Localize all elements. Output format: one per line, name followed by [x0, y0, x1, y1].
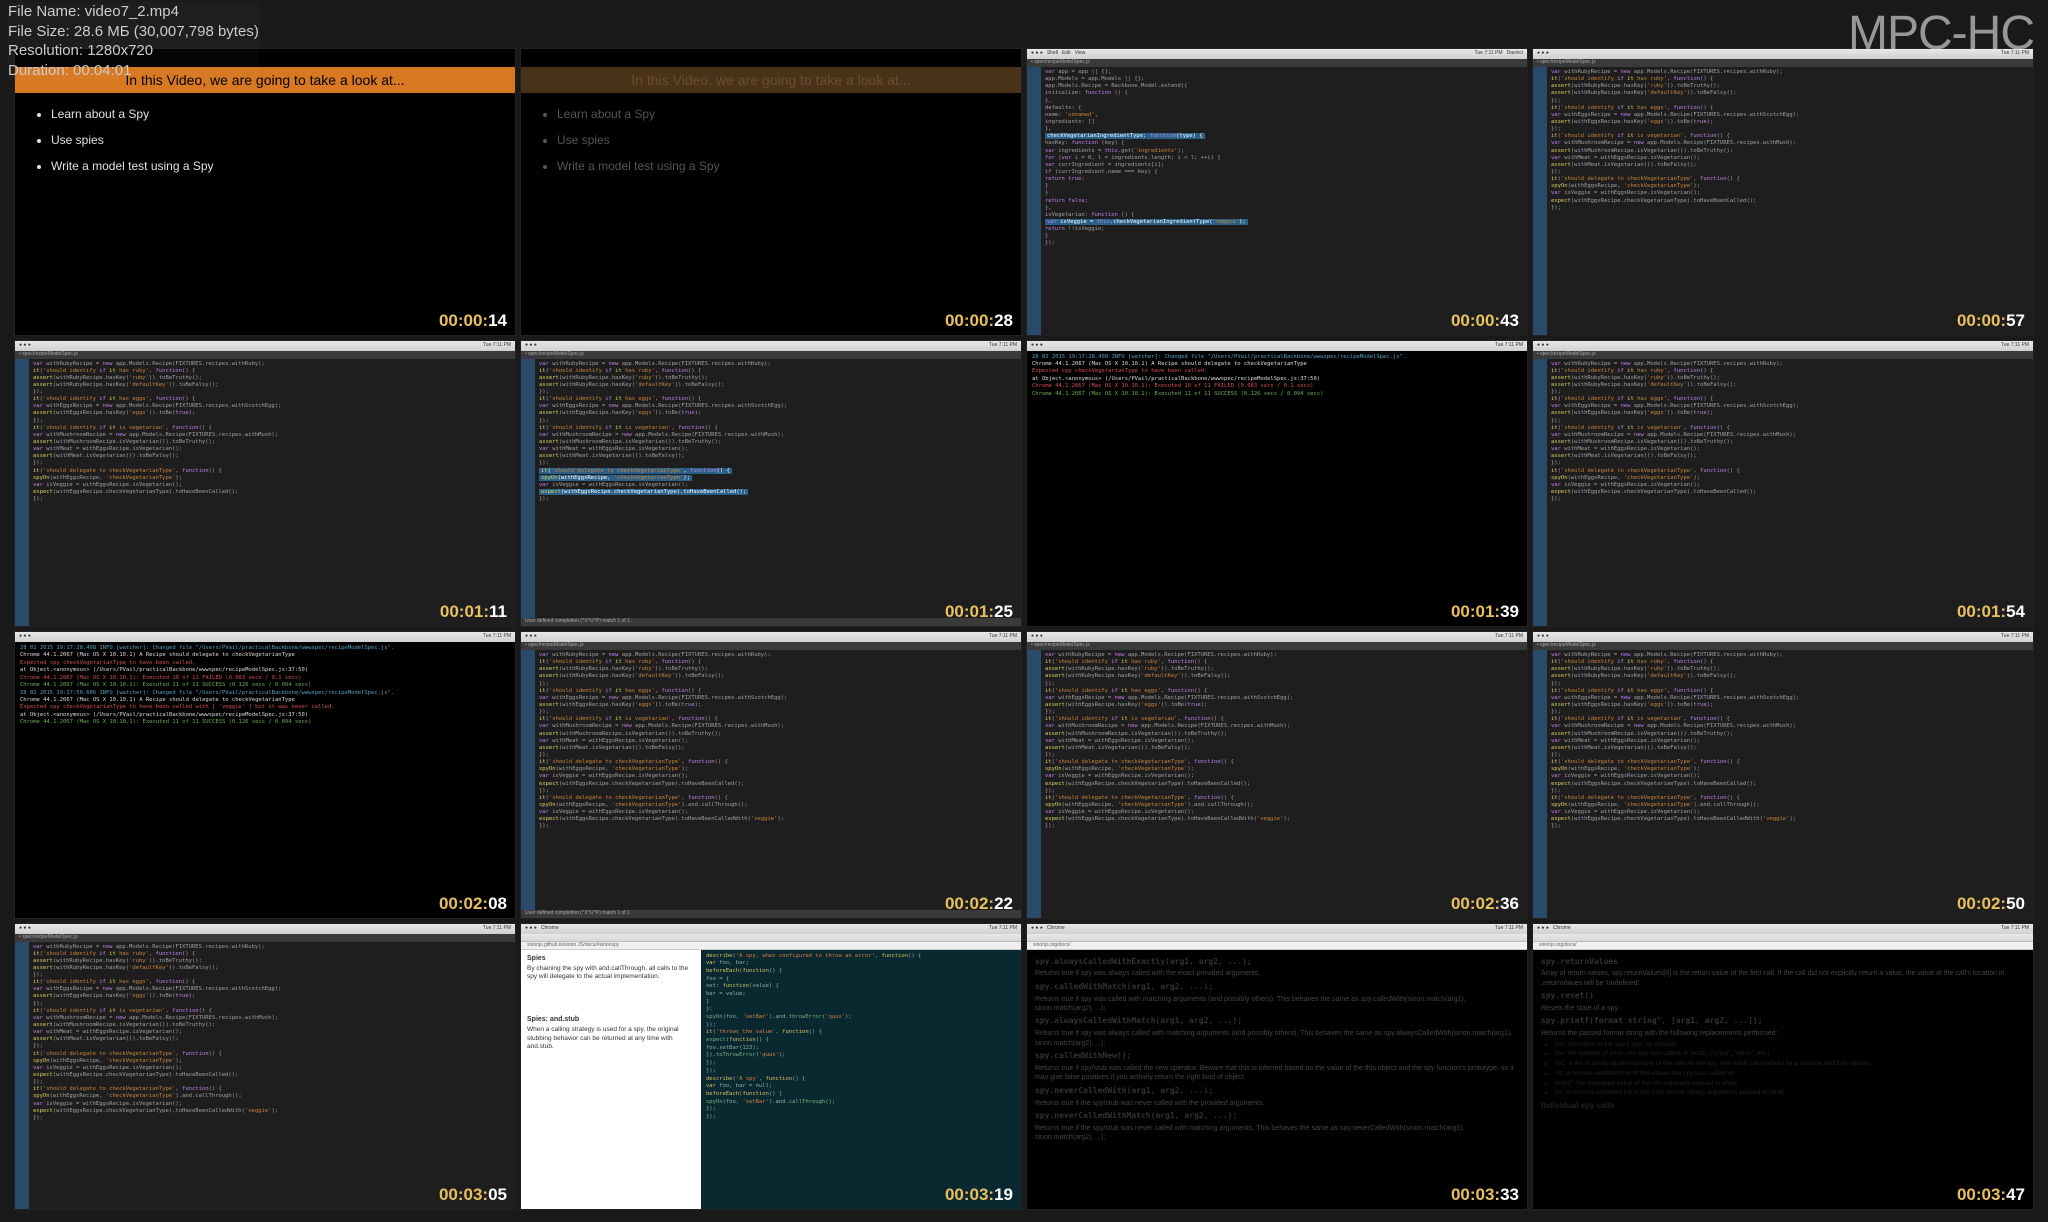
code-area: var withRubyRecipe = new app.Models.Reci… [29, 942, 515, 1210]
url-bar[interactable]: sinonjs.org/docs/ [1027, 942, 1527, 950]
mac-menu-bar: ● ● ●Tue 7:11 PM [15, 341, 515, 351]
thumb-cell[interactable]: ● ● ●ChromeTue 7:11 PM sinonjs.org/docs/… [1532, 923, 2034, 1211]
code-area: var withRubyRecipe = new app.Models.Reci… [29, 359, 515, 627]
intro-list: Learn about a Spy Use spies Write a mode… [51, 107, 515, 173]
editor-tab: • spec/recipeModelSpec.js [1533, 351, 2033, 359]
editor-tab: • spec/recipeModelSpec.js [15, 351, 515, 359]
thumb-cell[interactable]: ● ● ●ChromeTue 7:11 PM sinonjs.github.io… [520, 923, 1022, 1211]
thumb-timestamp: 00:02:36 [1451, 894, 1519, 914]
thumb-cell[interactable]: ● ● ●Tue 7:11 PM • spec/recipeModelSpec.… [14, 923, 516, 1211]
mac-menu-bar: ● ● ●Tue 7:11 PM [521, 341, 1021, 351]
intro-list: Learn about a Spy Use spies Write a mode… [557, 107, 1021, 173]
thumb-cell[interactable]: ● ● ●Tue 7:11 PM 28 02 2015 19:17:28.408… [14, 631, 516, 919]
thumb-timestamp: 00:01:39 [1451, 602, 1519, 622]
thumb-timestamp: 00:00:43 [1451, 311, 1519, 331]
thumb-timestamp: 00:03:05 [439, 1185, 507, 1205]
thumb-cell[interactable]: ● ● ●Tue 7:11 PM • spec/recipeModelSpec.… [520, 340, 1022, 628]
thumb-cell[interactable]: ● ● ●ChromeTue 7:11 PM sinonjs.org/docs/… [1026, 923, 1528, 1211]
editor-tab: • spec/recipeModelSpec.js [1533, 642, 2033, 650]
mac-menu-bar: ● ● ●Tue 7:11 PM [1533, 632, 2033, 642]
thumb-timestamp: 00:00:57 [1957, 311, 2025, 331]
thumb-timestamp: 00:03:33 [1451, 1185, 1519, 1205]
thumb-cell[interactable]: ● ● ●Tue 7:11 PM 28 02 2015 19:17:28.408… [1026, 340, 1528, 628]
editor-tab: • spec/recipeModelSpec.js [15, 934, 515, 942]
mac-menu-bar: ● ● ●ChromeTue 7:11 PM [1027, 924, 1527, 934]
code-area: var withRubyRecipe = new app.Models.Reci… [1547, 359, 2033, 627]
code-area: var withRubyRecipe = new app.Models.Reci… [1547, 650, 2033, 918]
thumb-cell[interactable]: ● ● ●ShellEditView Tue 7:11 PMDavinci • … [1026, 48, 1528, 336]
terminal: 28 02 2015 19:17:28.408 INFO [watcher]: … [15, 642, 515, 918]
intro-title: In this Video, we are going to take a lo… [521, 67, 1021, 93]
code-area: var withRubyRecipe = new app.Models.Reci… [535, 359, 1021, 619]
editor-tab: • spec/recipeModelSpec.js [1027, 59, 1527, 67]
mac-menu-bar: ● ● ●Tue 7:11 PM [15, 632, 515, 642]
browser-chrome [1027, 934, 1527, 942]
mac-menu-bar: ● ● ●ShellEditView Tue 7:11 PMDavinci [1027, 49, 1527, 59]
mac-menu-bar: ● ● ●Tue 7:11 PM [15, 924, 515, 934]
thumb-cell[interactable]: ● ● ●Tue 7:11 PM • spec/recipeModelSpec.… [520, 631, 1022, 919]
line-gutter [1533, 67, 1547, 335]
thumb-timestamp: 00:03:19 [945, 1185, 1013, 1205]
browser-chrome [1533, 934, 2033, 942]
terminal: 28 02 2015 19:17:28.408 INFO [watcher]: … [1027, 351, 1527, 627]
file-metadata: File Name: video7_2.mp4 File Size: 28.6 … [8, 2, 259, 80]
code-area: var withRubyRecipe = new app.Models.Reci… [535, 650, 1021, 910]
code-area: var withRubyRecipe = new app.Models.Reci… [1041, 650, 1527, 918]
code-area: var app = app || {};app.Models = app.Mod… [1041, 67, 1527, 335]
editor-tab: • spec/recipeModelSpec.js [521, 642, 1021, 650]
mac-menu-bar: ● ● ●Tue 7:11 PM [1027, 632, 1527, 642]
editor-tab: • spec/recipeModelSpec.js [1027, 642, 1527, 650]
thumb-timestamp: 00:03:47 [1957, 1185, 2025, 1205]
code-area: var withRubyRecipe = new app.Models.Reci… [1547, 67, 2033, 335]
app-logo: MPC-HC [1848, 6, 2034, 61]
thumb-timestamp: 00:00:14 [439, 311, 507, 331]
mac-menu-bar: ● ● ●Tue 7:11 PM [1027, 341, 1527, 351]
thumb-timestamp: 00:00:28 [945, 311, 1013, 331]
thumb-cell[interactable]: ● ● ●Tue 7:11 PM • spec/recipeModelSpec.… [1532, 48, 2034, 336]
thumb-timestamp: 00:02:50 [1957, 894, 2025, 914]
thumb-timestamp: 00:01:11 [440, 602, 507, 622]
thumb-cell[interactable]: In this Video, we are going to take a lo… [14, 48, 516, 336]
url-bar[interactable]: sinonjs.github.io/sinon.JS/docs/#sinonsp… [521, 942, 1021, 950]
browser-chrome [521, 934, 1021, 942]
thumb-timestamp: 00:02:22 [945, 894, 1013, 914]
thumbnail-grid: In this Video, we are going to take a lo… [14, 48, 2034, 1210]
mac-menu-bar: ● ● ●Tue 7:11 PM [521, 632, 1021, 642]
mac-menu-bar: ● ● ●Tue 7:11 PM [1533, 341, 2033, 351]
doc-pane: spy.alwaysCalledWithExactly(arg1, arg2, … [1027, 950, 1527, 1210]
doc-code-pane: describe('A spy, when configured to thro… [701, 950, 1021, 1210]
thumb-cell[interactable]: ● ● ●Tue 7:11 PM • spec/recipeModelSpec.… [14, 340, 516, 628]
thumb-cell[interactable]: ● ● ●Tue 7:11 PM • spec/recipeModelSpec.… [1532, 631, 2034, 919]
thumb-cell[interactable]: ● ● ●Tue 7:11 PM • spec/recipeModelSpec.… [1026, 631, 1528, 919]
thumb-cell[interactable]: ● ● ●Tue 7:11 PM • spec/recipeModelSpec.… [1532, 340, 2034, 628]
mac-menu-bar: ● ● ●ChromeTue 7:11 PM [521, 924, 1021, 934]
doc-left-pane: Spies By chaining the spy with and.callT… [521, 950, 701, 1210]
url-bar[interactable]: sinonjs.org/docs/ [1533, 942, 2033, 950]
editor-tab: • spec/recipeModelSpec.js [521, 351, 1021, 359]
doc-pane: spy.returnValuesArray of return values, … [1533, 950, 2033, 1210]
thumb-timestamp: 00:01:54 [1957, 602, 2025, 622]
thumb-timestamp: 00:01:25 [945, 602, 1013, 622]
mac-menu-bar: ● ● ●ChromeTue 7:11 PM [1533, 924, 2033, 934]
thumb-cell[interactable]: In this Video, we are going to take a lo… [520, 48, 1022, 336]
line-gutter [1027, 67, 1041, 335]
thumb-timestamp: 00:02:08 [439, 894, 507, 914]
